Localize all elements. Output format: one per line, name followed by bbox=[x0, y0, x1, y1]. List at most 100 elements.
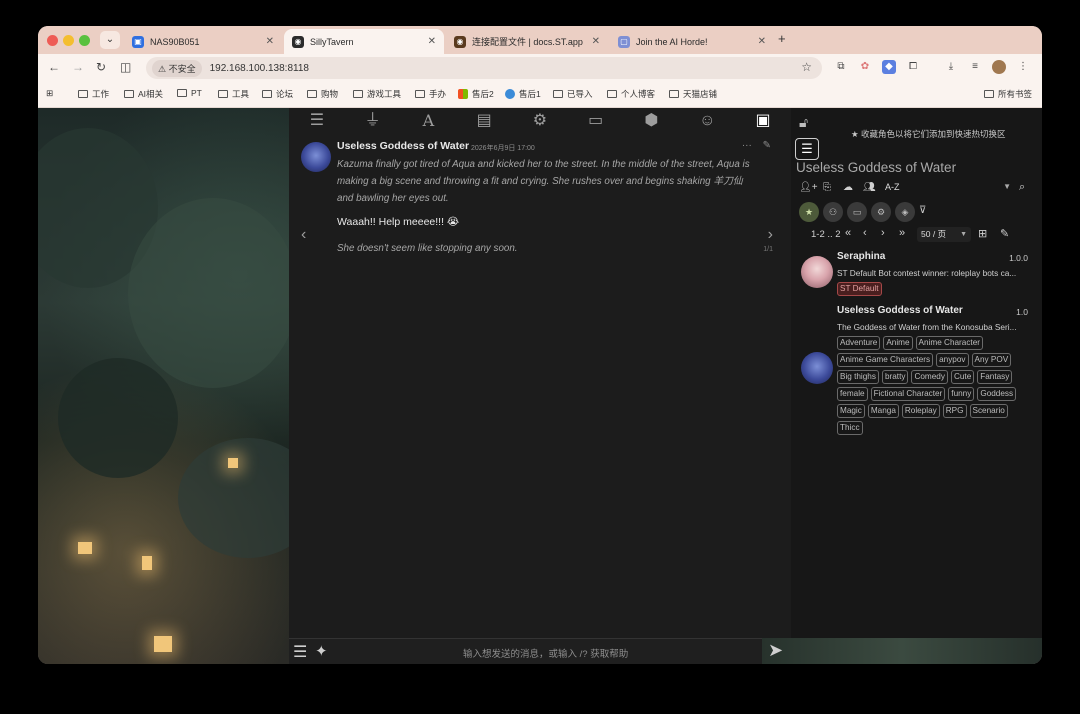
prev-page-icon[interactable]: ‹ bbox=[863, 227, 867, 239]
filter-groups-icon[interactable]: ⚇ bbox=[823, 202, 843, 222]
per-page-select[interactable]: 50 / 页 ▼ bbox=[917, 227, 971, 242]
tag[interactable]: bratty bbox=[881, 370, 909, 384]
tag[interactable]: Scenario bbox=[969, 404, 1008, 418]
character-name[interactable]: Seraphina bbox=[837, 251, 885, 262]
extension-icon[interactable]: ✿ bbox=[858, 60, 872, 74]
bulk-edit-icon[interactable]: ✎ bbox=[1000, 227, 1009, 240]
character-management-card-icon[interactable]: ▣ bbox=[751, 110, 775, 132]
bookmark-folder[interactable]: 工作 bbox=[78, 88, 109, 100]
bookmark-folder[interactable]: 论坛 bbox=[262, 88, 293, 100]
close-tab-icon[interactable]: ✕ bbox=[428, 36, 436, 47]
reload-icon[interactable]: ↻ bbox=[96, 60, 106, 74]
clear-filter-icon[interactable]: ⊽ bbox=[919, 205, 926, 216]
tag[interactable]: anypov bbox=[936, 353, 969, 367]
bookmark-star-icon[interactable]: ☆ bbox=[801, 60, 812, 74]
tag[interactable]: Any POV bbox=[971, 353, 1012, 367]
close-tab-icon[interactable]: ✕ bbox=[592, 36, 600, 47]
tag[interactable]: Manga bbox=[867, 404, 899, 418]
import-cloud-icon[interactable]: ☁ bbox=[843, 182, 853, 193]
tab-docs[interactable]: ◉ 连接配置文件 | docs.ST.app ✕ bbox=[446, 29, 608, 54]
bookmark-folder[interactable]: 购物 bbox=[307, 88, 338, 100]
tag[interactable]: Goddess bbox=[977, 387, 1017, 401]
close-window-button[interactable] bbox=[47, 35, 58, 46]
filter-folders-icon[interactable]: ▭ bbox=[847, 202, 867, 222]
bookmark-folder[interactable]: 工具 bbox=[218, 88, 249, 100]
tag[interactable]: Fictional Character bbox=[870, 387, 946, 401]
character-name[interactable]: Useless Goddess of Water bbox=[837, 305, 963, 316]
tag[interactable]: Magic bbox=[837, 404, 865, 418]
ai-response-config-sliders-icon[interactable]: ☰ bbox=[305, 110, 329, 132]
bookmark-folder[interactable]: AI相关 bbox=[124, 88, 163, 100]
bookmark-folder[interactable]: 游戏工具 bbox=[353, 88, 401, 100]
tag[interactable]: female bbox=[837, 387, 868, 401]
puzzle-extensions-icon[interactable]: ⧠ bbox=[906, 60, 920, 74]
insecure-badge[interactable]: ⚠ 不安全 bbox=[152, 59, 202, 77]
aqua-avatar[interactable] bbox=[801, 352, 833, 384]
tag[interactable]: Comedy bbox=[911, 370, 948, 384]
user-settings-gear-icon[interactable]: ⚙ bbox=[528, 110, 552, 132]
options-menu-icon[interactable]: ☰ bbox=[293, 642, 307, 662]
tag[interactable]: Fantasy bbox=[977, 370, 1013, 384]
send-paper-plane-icon[interactable]: ➤ bbox=[768, 640, 783, 661]
tag[interactable]: RPG bbox=[942, 404, 967, 418]
bookmark-folder[interactable]: 已导入 bbox=[553, 88, 593, 100]
character-avatar[interactable] bbox=[301, 142, 331, 172]
first-page-icon[interactable]: « bbox=[845, 227, 851, 239]
tag[interactable]: Cute bbox=[950, 370, 975, 384]
persona-face-icon[interactable]: ☺ bbox=[695, 110, 719, 132]
last-page-icon[interactable]: » bbox=[899, 227, 905, 239]
new-tab-plus-icon[interactable]: + bbox=[778, 31, 786, 46]
world-info-book-icon[interactable]: ▤ bbox=[472, 110, 496, 132]
extensions-cubes-icon[interactable]: ⬢ bbox=[639, 110, 663, 132]
maximize-window-button[interactable] bbox=[79, 35, 90, 46]
bookmark-folder[interactable]: 手办 bbox=[415, 88, 446, 100]
extension-icon[interactable]: ⧉ bbox=[834, 60, 848, 74]
grid-view-icon[interactable]: ⊞ bbox=[978, 227, 987, 240]
minimize-window-button[interactable] bbox=[63, 35, 74, 46]
tag[interactable]: funny bbox=[948, 387, 975, 401]
tab-search-chevron-icon[interactable]: ⌄ bbox=[100, 31, 120, 49]
backgrounds-image-icon[interactable]: ▭ bbox=[584, 110, 608, 132]
import-file-icon[interactable]: ⎘ bbox=[823, 182, 831, 193]
filter-favorites-star-icon[interactable]: ★ bbox=[799, 202, 819, 222]
swipe-left-chevron-icon[interactable]: ‹ bbox=[301, 226, 306, 244]
address-bar[interactable]: ⚠ 不安全 192.168.100.138:8118 ☆ bbox=[146, 57, 822, 79]
message-input[interactable]: 输入想发送的消息，或输入 /? 获取帮助 bbox=[463, 646, 628, 660]
split-view-icon[interactable]: ◫ bbox=[120, 60, 131, 74]
tag[interactable]: Anime Character bbox=[915, 336, 983, 350]
extension-icon[interactable]: ◆ bbox=[882, 60, 896, 74]
more-options-icon[interactable]: ··· bbox=[742, 140, 752, 151]
more-menu-icon[interactable]: ⋮ bbox=[1016, 60, 1030, 74]
ai-response-formatting-font-icon[interactable]: A bbox=[416, 110, 440, 132]
tag[interactable]: Anime bbox=[883, 336, 913, 350]
search-icon[interactable]: ⌕ bbox=[1019, 181, 1025, 194]
create-character-icon[interactable]: 👤︎+ bbox=[799, 182, 818, 193]
bookmark-link[interactable]: 售后2 bbox=[458, 88, 494, 100]
tag[interactable]: ST Default bbox=[837, 282, 882, 296]
next-page-icon[interactable]: › bbox=[881, 227, 885, 239]
filter-tags-icon[interactable]: ◈ bbox=[895, 202, 915, 222]
tab-sillytavern[interactable]: ◉ SillyTavern ✕ bbox=[284, 29, 444, 54]
tag[interactable]: Thicc bbox=[837, 421, 863, 435]
close-tab-icon[interactable]: ✕ bbox=[758, 36, 766, 47]
tag[interactable]: Roleplay bbox=[901, 404, 940, 418]
bookmark-folder[interactable]: 个人博客 bbox=[607, 88, 655, 100]
edit-pencil-icon[interactable]: ✎ bbox=[763, 140, 771, 151]
profile-avatar[interactable] bbox=[992, 60, 1006, 74]
create-group-icon[interactable]: 👥︎ bbox=[863, 182, 876, 193]
filter-settings-gear-icon[interactable]: ⚙ bbox=[871, 202, 891, 222]
forward-arrow-icon[interactable]: → bbox=[72, 60, 84, 74]
close-tab-icon[interactable]: ✕ bbox=[266, 36, 274, 47]
tag[interactable]: Anime Game Characters bbox=[837, 353, 934, 367]
all-bookmarks-folder[interactable]: 所有书签 bbox=[984, 88, 1032, 100]
swipe-right-chevron-icon[interactable]: › bbox=[768, 226, 773, 244]
sort-select[interactable]: A-Z ▼ bbox=[885, 182, 1013, 196]
tab-nas[interactable]: ▣ NAS90B051 ✕ bbox=[124, 29, 282, 54]
download-icon[interactable]: ⤓ bbox=[944, 60, 958, 74]
tag[interactable]: Adventure bbox=[837, 336, 881, 350]
tag[interactable]: Big thighs bbox=[837, 370, 879, 384]
extensions-wand-icon[interactable]: ✦ bbox=[315, 642, 328, 660]
character-list-icon[interactable]: ☰ bbox=[795, 138, 819, 160]
tab-ai-horde[interactable]: ▢ Join the AI Horde! ✕ bbox=[610, 29, 774, 54]
bookmark-folder[interactable]: 天猫店铺 bbox=[669, 88, 717, 100]
